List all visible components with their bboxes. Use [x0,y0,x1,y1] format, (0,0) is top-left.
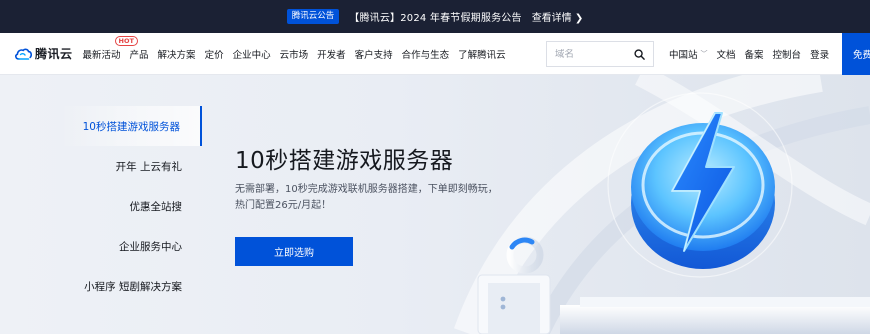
sidebar-item-deals-search[interactable]: 优惠全站搜 [60,186,202,226]
hot-badge: HOT [114,35,138,46]
region-selector[interactable]: 中国站 ﹀ [669,47,708,61]
menu-item-products[interactable]: 产品 [130,47,149,61]
sidebar-item-enterprise-center[interactable]: 企业服务中心 [60,226,202,266]
logo[interactable]: 腾讯云 [14,45,73,62]
menu-item-partners[interactable]: 合作与生态 [402,47,450,61]
menu-item-enterprise[interactable]: 企业中心 [233,47,271,61]
banner-sidebar: 10秒搭建游戏服务器 开年 上云有礼 优惠全站搜 企业服务中心 小程序 短剧解决… [60,106,202,306]
announcement-tag: 腾讯云公告 [286,9,340,24]
login-link[interactable]: 登录 [810,47,829,61]
menu-item-solutions[interactable]: 解决方案 [158,47,196,61]
region-label: 中国站 [669,50,698,61]
menu-item-pricing[interactable]: 定价 [205,47,224,61]
filing-link[interactable]: 备案 [745,47,764,61]
hero-banner: 10秒搭建游戏服务器 开年 上云有礼 优惠全站搜 企业服务中心 小程序 短剧解决… [0,75,870,334]
sidebar-item-game-server[interactable]: 10秒搭建游戏服务器 [60,106,202,146]
sidebar-item-miniprogram-drama[interactable]: 小程序 短剧解决方案 [60,266,202,306]
chevron-down-icon: ﹀ [700,50,708,58]
menu-item-about[interactable]: 了解腾讯云 [458,47,506,61]
search-box[interactable] [546,41,654,67]
console-link[interactable]: 控制台 [773,47,802,61]
menu-item-latest[interactable]: 最新活动 HOT [82,35,138,61]
announcement-message[interactable]: 【腾讯云】2024 年春节假期服务公告 [349,9,521,24]
main-menu: 最新活动 HOT 产品 解决方案 定价 企业中心 云市场 开发者 客户支持 合作… [82,35,515,61]
announcement-more-link[interactable]: 查看详情 ❯ [532,9,584,24]
search-input[interactable] [555,48,625,60]
top-nav: 腾讯云 最新活动 HOT 产品 解决方案 定价 企业中心 云市场 开发者 客户支… [0,33,870,75]
menu-item-label: 最新活动 [82,49,121,61]
free-register-button[interactable]: 免费注册 [842,33,870,75]
buy-now-button[interactable]: 立即选购 [235,237,353,266]
menu-item-support[interactable]: 客户支持 [355,47,393,61]
cloud-logo-icon [15,48,32,60]
search-icon[interactable] [634,48,645,60]
menu-item-developers[interactable]: 开发者 [317,47,346,61]
announcement-bar[interactable]: 腾讯云公告 【腾讯云】2024 年春节假期服务公告 查看详情 ❯ [0,0,870,33]
hero-title: 10秒搭建游戏服务器 [235,148,454,174]
logo-text: 腾讯云 [35,47,73,61]
hero-description: 无需部署，10秒完成游戏联机服务器搭建，下单即刻畅玩，热门配置26元/月起！ [235,184,498,211]
sidebar-item-new-year-gift[interactable]: 开年 上云有礼 [60,146,202,186]
docs-link[interactable]: 文档 [717,47,736,61]
menu-item-marketplace[interactable]: 云市场 [280,47,309,61]
right-links: 中国站 ﹀ 文档 备案 控制台 登录 [669,33,838,75]
